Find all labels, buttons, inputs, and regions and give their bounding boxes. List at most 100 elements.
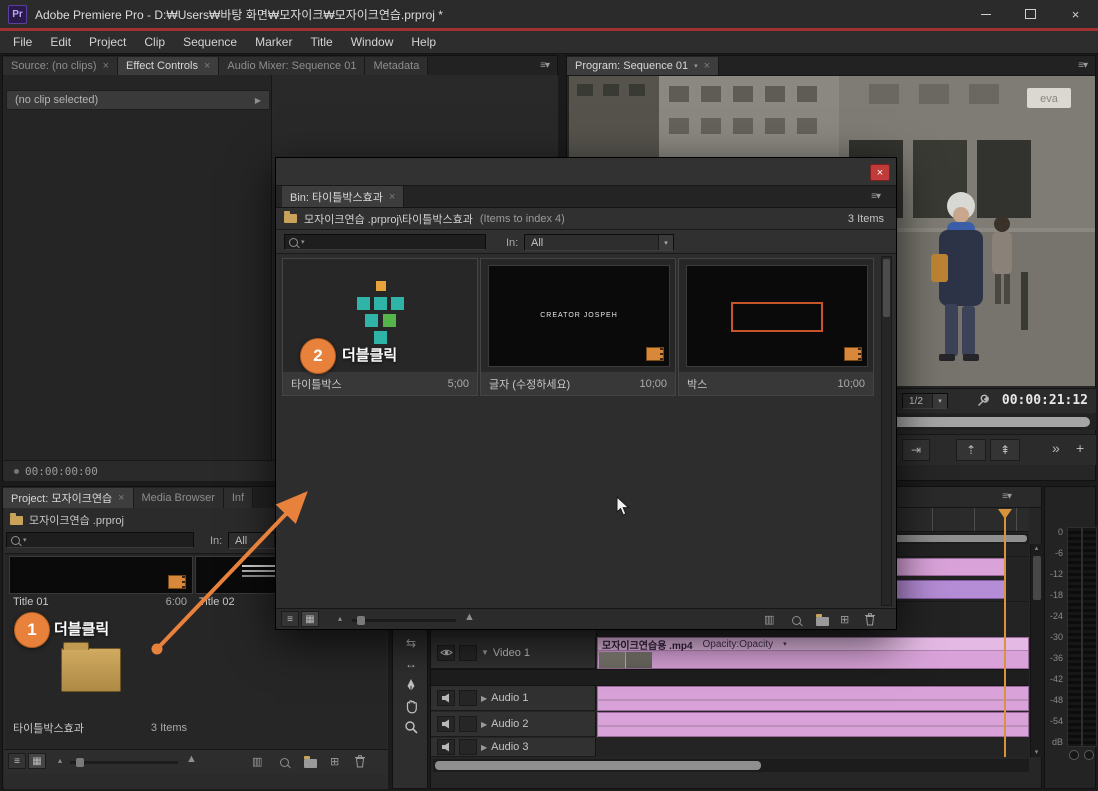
bin-floating-window[interactable]: × Bin: 타이틀박스효과 × ≡▾ 모자이크연습 .prproj\타이틀박스… — [275, 157, 897, 630]
zoom-in-icon[interactable]: ▲ — [186, 753, 197, 765]
track-mute-toggle[interactable] — [437, 716, 455, 732]
add-button[interactable]: + — [1076, 440, 1084, 456]
icon-view-button[interactable]: ▦ — [28, 753, 46, 769]
zoom-out-icon[interactable]: ▴ — [58, 756, 62, 765]
tab-metadata[interactable]: Metadata — [365, 57, 429, 75]
bin-item-box[interactable]: 박스 10;00 — [678, 258, 874, 396]
pen-tool[interactable] — [393, 675, 429, 695]
track-lock-toggle[interactable] — [459, 644, 477, 661]
timeline-vscrollbar[interactable]: ▴ ▾ — [1030, 544, 1042, 757]
menu-file[interactable]: File — [4, 31, 41, 53]
tab-audio-mixer[interactable]: Audio Mixer: Sequence 01 — [219, 57, 366, 75]
zoom-level-dropdown[interactable]: 1/2 ▾ — [902, 393, 948, 409]
slip-tool[interactable]: ⇆ — [393, 633, 429, 653]
search-text[interactable] — [29, 533, 189, 547]
settings-wrench-icon[interactable] — [976, 394, 990, 411]
tab-close-icon[interactable]: × — [204, 61, 210, 72]
project-search-input[interactable]: ▾ — [6, 532, 194, 548]
trash-icon[interactable] — [354, 754, 366, 771]
collapse-icon[interactable]: ▶ — [481, 743, 487, 752]
tab-info[interactable]: Inf — [223, 488, 254, 508]
panel-menu-icon[interactable]: ≡▾ — [1002, 491, 1012, 502]
tab-project[interactable]: Project: 모자이크연습 × — [3, 488, 134, 508]
playhead-line[interactable] — [1004, 511, 1006, 757]
track-mute-toggle[interactable] — [437, 739, 455, 755]
minimize-button[interactable] — [963, 0, 1008, 28]
bin-item-text[interactable]: CREATOR JOSPEH 글자 (수정하세요) 10;00 — [480, 258, 676, 396]
menu-clip[interactable]: Clip — [135, 31, 174, 53]
menu-title[interactable]: Title — [301, 31, 341, 53]
bin-item-titlebox[interactable]: 타이틀박스 5;00 — [282, 258, 478, 396]
track-lock-toggle[interactable] — [459, 739, 477, 755]
thumb-zoom-slider[interactable] — [352, 616, 456, 625]
program-timecode[interactable]: 00:00:21:12 — [1002, 393, 1088, 408]
trash-icon[interactable] — [864, 612, 876, 629]
bin-search-input[interactable]: ▾ — [284, 234, 486, 250]
vscroll-thumb[interactable] — [1033, 556, 1041, 600]
new-item-icon[interactable]: ⊞ — [840, 613, 849, 626]
menu-help[interactable]: Help — [402, 31, 445, 53]
tab-effect-controls[interactable]: Effect Controls × — [118, 57, 220, 75]
playhead-marker-icon[interactable] — [998, 509, 1012, 519]
tab-source[interactable]: Source: (no clips) × — [3, 57, 119, 75]
list-view-button[interactable]: ≡ — [281, 611, 299, 627]
tab-close-icon[interactable]: × — [704, 61, 710, 72]
new-bin-icon[interactable] — [304, 756, 317, 771]
zoom-tool[interactable] — [393, 717, 429, 737]
panel-menu-icon[interactable]: ≡▾ — [1078, 60, 1088, 71]
search-text[interactable] — [307, 235, 481, 249]
collapse-icon[interactable]: ▶ — [481, 720, 487, 729]
collapse-icon[interactable]: ▼ — [481, 648, 489, 657]
collapse-icon[interactable]: ▶ — [481, 694, 487, 703]
item-bin-label[interactable]: 타이틀박스효과 3 Items — [9, 720, 191, 736]
chevron-down-icon[interactable]: ▾ — [694, 62, 698, 70]
item-bin-folder[interactable] — [61, 642, 121, 692]
tab-program[interactable]: Program: Sequence 01 ▾ × — [567, 57, 720, 75]
track-lock-toggle[interactable] — [459, 716, 477, 732]
new-bin-icon[interactable] — [816, 614, 829, 629]
panel-menu-icon[interactable]: ≡▾ — [540, 60, 550, 71]
bin-close-button[interactable]: × — [870, 164, 890, 181]
track-visibility-toggle[interactable] — [437, 644, 455, 661]
tab-bin[interactable]: Bin: 타이틀박스효과 × — [282, 186, 405, 207]
item-title01-label[interactable]: Title 01 6:00 — [9, 594, 191, 610]
zoom-out-icon[interactable]: ▴ — [338, 614, 342, 623]
tab-close-icon[interactable]: × — [103, 61, 109, 72]
item-title01-thumb[interactable] — [9, 556, 193, 594]
hand-tool[interactable] — [393, 696, 429, 716]
step-forward-button[interactable]: ⇥ — [902, 439, 930, 461]
slider-thumb[interactable] — [76, 758, 84, 767]
bin-filter-dropdown[interactable]: All ▾ — [524, 234, 674, 251]
vscroll-thumb[interactable] — [883, 259, 890, 317]
more-buttons-button[interactable]: » — [1052, 440, 1060, 456]
zoom-in-icon[interactable]: ▲ — [464, 611, 475, 623]
tab-close-icon[interactable]: × — [118, 493, 124, 504]
find-icon[interactable] — [280, 756, 289, 770]
chevron-down-icon[interactable]: ▾ — [783, 640, 787, 648]
list-view-button[interactable]: ≡ — [8, 753, 26, 769]
scroll-up-icon[interactable]: ▴ — [1031, 544, 1042, 552]
menu-sequence[interactable]: Sequence — [174, 31, 246, 53]
maximize-button[interactable] — [1008, 0, 1053, 28]
track-mute-toggle[interactable] — [437, 690, 455, 706]
project-file-row[interactable]: 모자이크연습 .prproj — [10, 512, 124, 528]
track-lock-toggle[interactable] — [459, 690, 477, 706]
effect-controls-timecode[interactable]: 00:00:00:00 — [25, 465, 98, 478]
disclosure-icon[interactable]: ▶ — [255, 96, 261, 105]
panel-menu-icon[interactable]: ≡▾ — [871, 191, 881, 202]
automate-sequence-icon[interactable]: ▥ — [252, 755, 262, 768]
new-item-icon[interactable]: ⊞ — [330, 755, 339, 768]
bin-window-titlebar[interactable]: × — [276, 158, 896, 186]
scroll-down-icon[interactable]: ▾ — [1031, 748, 1042, 756]
menu-project[interactable]: Project — [80, 31, 135, 53]
close-button[interactable]: × — [1053, 0, 1098, 28]
hscroll-thumb[interactable] — [435, 761, 761, 770]
extract-button[interactable]: ⇞ — [990, 439, 1020, 461]
timeline-hscrollbar[interactable] — [433, 759, 1029, 772]
video-clip[interactable]: 모자이크연습용 .mp4 Opacity:Opacity ▾ — [597, 637, 1029, 669]
automate-sequence-icon[interactable]: ▥ — [764, 613, 774, 626]
tab-close-icon[interactable]: × — [389, 191, 395, 202]
slider-thumb[interactable] — [357, 616, 365, 625]
menu-marker[interactable]: Marker — [246, 31, 301, 53]
audio-clip-2[interactable] — [597, 712, 1029, 737]
